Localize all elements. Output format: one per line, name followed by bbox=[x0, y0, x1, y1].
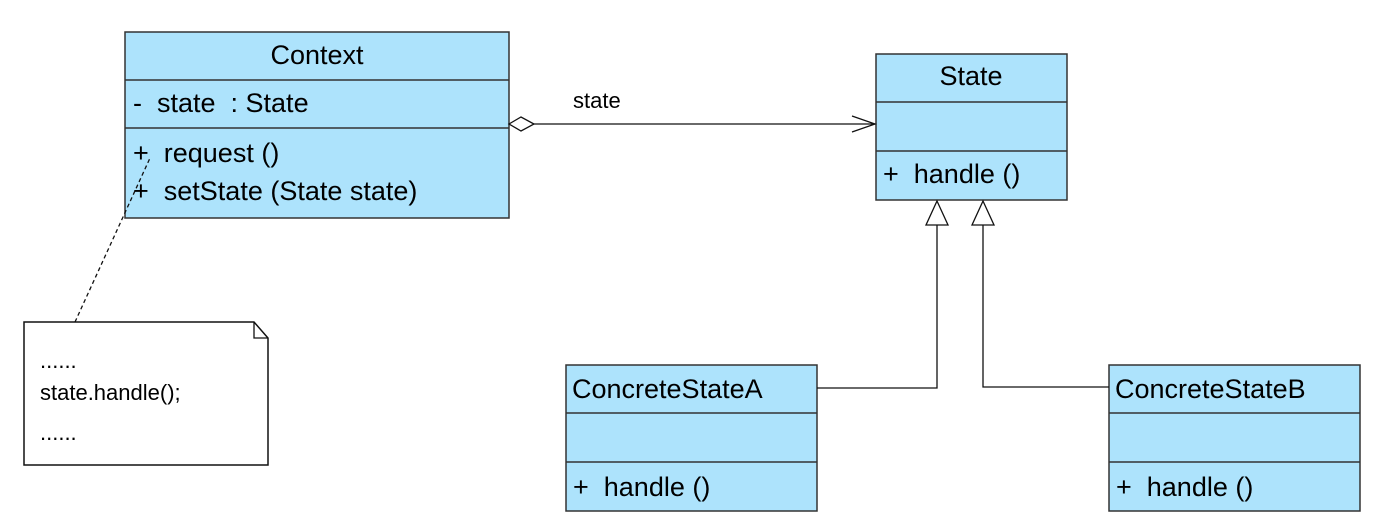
operation: + handle () bbox=[573, 472, 710, 502]
class-concrete-state-a[interactable]: ConcreteStateA + handle () bbox=[565, 364, 818, 512]
inheritance-triangle-icon bbox=[924, 199, 950, 226]
class-state[interactable]: State + handle () bbox=[875, 53, 1068, 201]
note-line: state.handle(); bbox=[40, 380, 181, 405]
association-label: state bbox=[573, 88, 621, 113]
operation: + setState (State state) bbox=[133, 176, 417, 206]
operation: + handle () bbox=[1116, 472, 1253, 502]
class-name: Context bbox=[270, 40, 364, 70]
attribute: - state : State bbox=[133, 88, 309, 118]
uml-class-diagram: Context - state : State + request () + s… bbox=[23, 31, 1361, 512]
operation: + handle () bbox=[883, 159, 1020, 189]
inheritance-triangle-icon bbox=[970, 199, 996, 226]
operation: + request () bbox=[133, 138, 279, 168]
class-context[interactable]: Context - state : State + request () + s… bbox=[124, 31, 510, 219]
aggregation-diamond-icon bbox=[507, 116, 536, 132]
class-name: ConcreteStateB bbox=[1115, 374, 1306, 404]
class-name: State bbox=[939, 61, 1002, 91]
note-line: ...... bbox=[40, 420, 77, 445]
generalization-a[interactable] bbox=[817, 199, 950, 389]
class-concrete-state-b[interactable]: ConcreteStateB + handle () bbox=[1108, 364, 1361, 512]
generalization-b[interactable] bbox=[970, 199, 1109, 388]
note-line: ...... bbox=[40, 348, 77, 373]
aggregation-association[interactable]: state bbox=[507, 88, 877, 133]
class-name: ConcreteStateA bbox=[572, 374, 763, 404]
